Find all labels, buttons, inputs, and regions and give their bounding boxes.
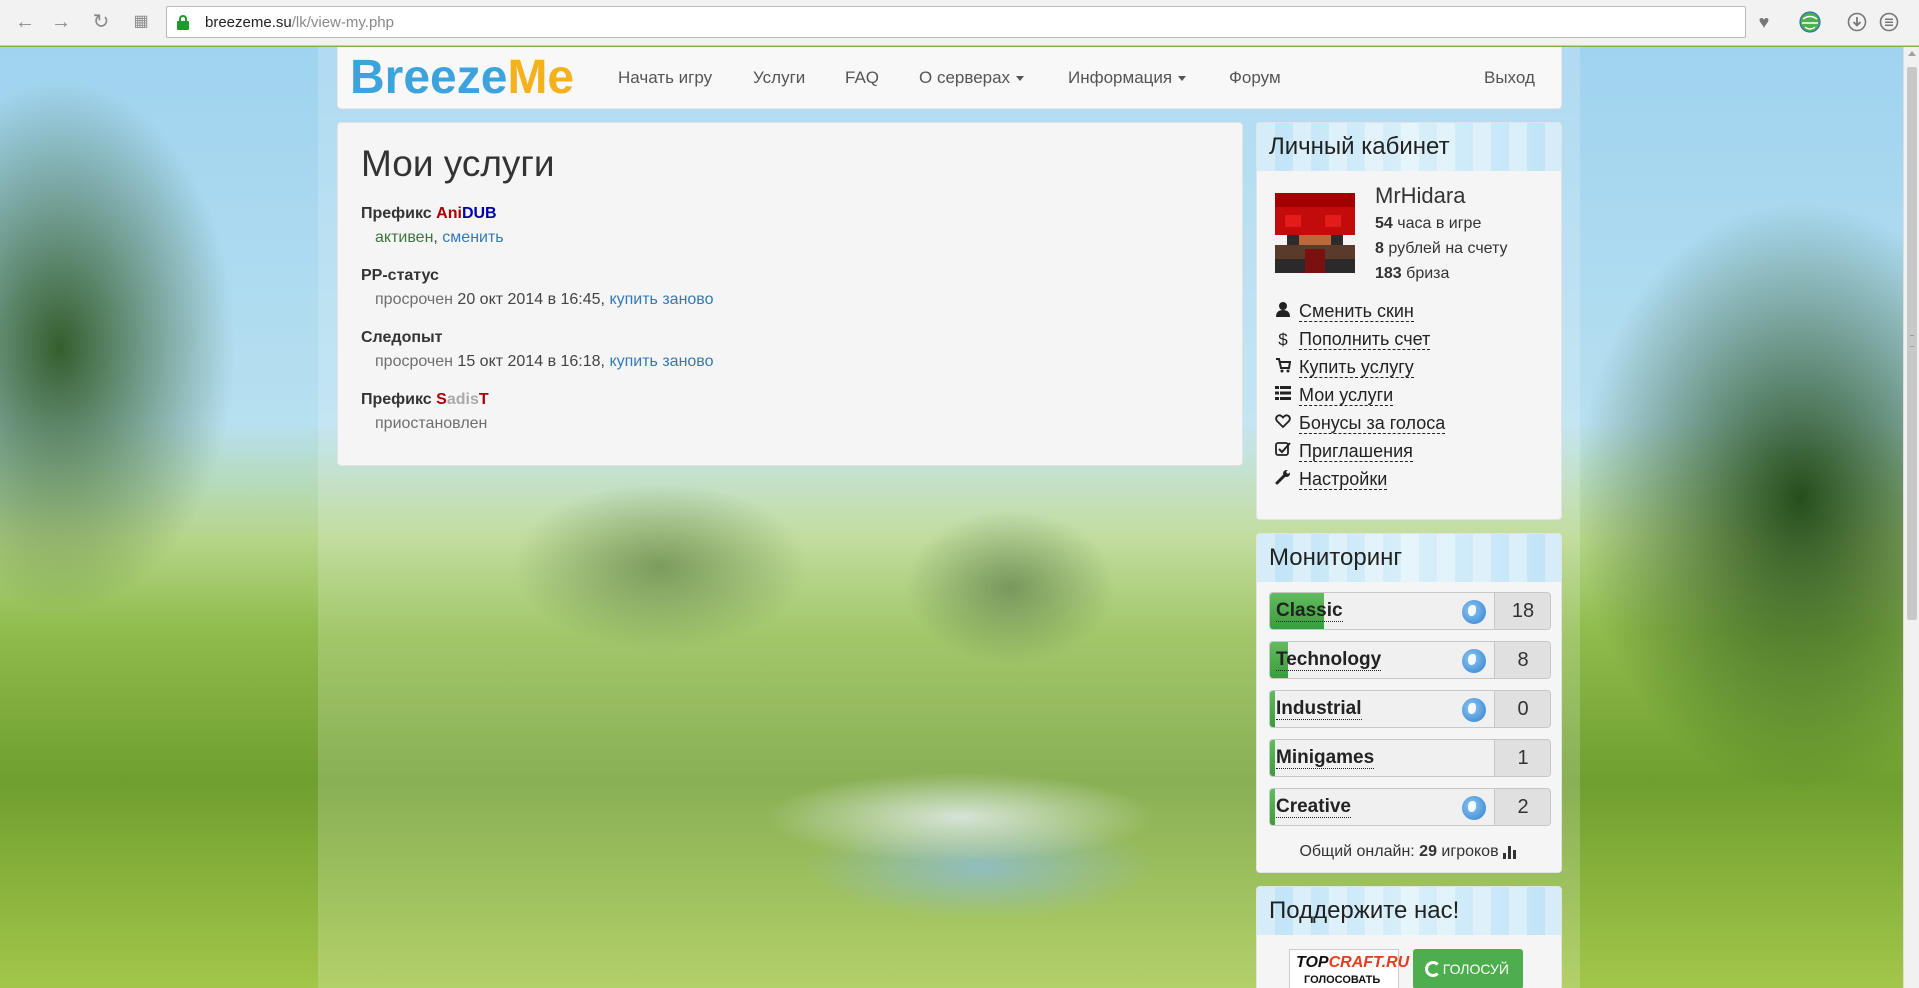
menu-change-skin[interactable]: Сменить скин [1273, 301, 1414, 325]
lock-icon [177, 15, 189, 30]
server-player-count: 2 [1494, 789, 1550, 825]
service-title: Префикс SadisT [361, 391, 489, 408]
forward-arrow-icon[interactable]: → [48, 10, 74, 34]
rebuy-link[interactable]: купить заново [609, 353, 713, 370]
service-status-line: просрочен 15 окт 2014 в 16:18, купить за… [375, 353, 714, 370]
support-panel: Поддержите нас! TOPCRAFT.RU ГОЛОСОВАТЬ Г… [1256, 886, 1562, 988]
caret-down-icon [1178, 76, 1187, 82]
server-row: Technology 8 [1269, 641, 1551, 679]
download-icon[interactable] [1845, 10, 1869, 34]
server-row: Industrial 0 [1269, 690, 1551, 728]
hours-played: 54 часа в игре [1375, 215, 1482, 232]
nav-forum[interactable]: Форум [1229, 68, 1281, 88]
server-player-count: 8 [1494, 642, 1550, 678]
vote-button[interactable]: ГОЛОСУЙ [1413, 949, 1523, 988]
username: MrHidara [1375, 183, 1466, 208]
breeze-count: 183 бриза [1375, 265, 1450, 282]
panel-heading: Поддержите нас! [1257, 887, 1561, 935]
url-text: breezeme.su/lk/view-my.php [205, 14, 394, 31]
server-load-bar [1270, 789, 1275, 825]
caret-down-icon [1016, 76, 1025, 82]
user-icon [1273, 301, 1293, 322]
menu-settings[interactable]: Настройки [1273, 469, 1388, 493]
service-item: Следопыт просрочен 15 окт 2014 в 16:18, … [361, 329, 714, 375]
service-item: PP-статус просрочен 20 окт 2014 в 16:45,… [361, 267, 714, 313]
panel-heading: Мониторинг [1257, 534, 1561, 582]
globe-icon[interactable] [1462, 600, 1486, 624]
scroll-up-icon[interactable] [1908, 51, 1916, 56]
server-player-count: 0 [1494, 691, 1550, 727]
reload-icon[interactable]: ↻ [88, 10, 114, 34]
apps-grid-icon[interactable]: ▦ [128, 10, 154, 34]
nav-faq[interactable]: FAQ [845, 68, 879, 88]
globe-icon[interactable] [1462, 698, 1486, 722]
server-name[interactable]: Creative [1276, 797, 1351, 818]
heart-icon [1273, 413, 1293, 434]
address-bar[interactable]: breezeme.su/lk/view-my.php [166, 6, 1746, 38]
panel-heading: Личный кабинет [1257, 123, 1561, 171]
server-load-bar [1270, 691, 1275, 727]
total-online: Общий онлайн: 29 игроков [1257, 843, 1561, 861]
server-load-bar [1270, 740, 1275, 776]
menu-buy-service[interactable]: Купить услугу [1273, 357, 1414, 381]
page-title: Мои услуги [361, 143, 555, 184]
rebuy-link[interactable]: купить заново [609, 291, 713, 308]
service-title: PP-статус [361, 267, 439, 284]
swirl-icon [1425, 961, 1441, 977]
menu-my-services[interactable]: Мои услуги [1273, 385, 1394, 409]
server-row: Creative 2 [1269, 788, 1551, 826]
nav-information[interactable]: Информация [1068, 68, 1187, 88]
server-row: Classic 18 [1269, 592, 1551, 630]
nav-start-game[interactable]: Начать игру [618, 68, 712, 88]
service-status-line: просрочен 20 окт 2014 в 16:45, купить за… [375, 291, 714, 308]
menu-top-up[interactable]: $ Пополнить счет [1273, 329, 1431, 353]
bookmark-heart-icon[interactable]: ♥ [1752, 10, 1776, 34]
server-name[interactable]: Technology [1276, 650, 1382, 671]
monitoring-panel: Мониторинг Classic 18 Technology 8 Industria… [1256, 533, 1562, 873]
service-title: Следопыт [361, 329, 443, 346]
server-name[interactable]: Minigames [1276, 748, 1375, 769]
scrollbar-thumb[interactable] [1907, 67, 1917, 620]
menu-invitations[interactable]: Приглашения [1273, 441, 1413, 465]
status-active: активен [375, 229, 434, 246]
my-services-panel: Мои услуги Префикс AniDUB активен, смени… [337, 122, 1243, 466]
back-arrow-icon[interactable]: ← [12, 10, 38, 34]
service-title: Префикс AniDUB [361, 205, 497, 222]
globe-icon[interactable] [1462, 649, 1486, 673]
list-icon [1273, 385, 1293, 406]
globe-icon[interactable] [1462, 796, 1486, 820]
bar-chart-icon[interactable] [1502, 845, 1519, 859]
topcraft-vote-button[interactable]: TOPCRAFT.RU ГОЛОСОВАТЬ [1289, 949, 1409, 988]
server-name[interactable]: Industrial [1276, 699, 1362, 720]
account-balance: 8 рублей на счету [1375, 240, 1508, 257]
server-player-count: 1 [1494, 740, 1550, 776]
check-square-icon [1273, 441, 1293, 462]
wrench-icon [1273, 469, 1293, 490]
server-player-count: 18 [1494, 593, 1550, 629]
brand-logo[interactable]: BreezeMe [350, 53, 574, 103]
page-scrollbar[interactable] [1903, 47, 1919, 988]
server-name[interactable]: Classic [1276, 601, 1343, 622]
cart-icon [1273, 357, 1293, 378]
service-item: Префикс AniDUB активен, сменить [361, 205, 504, 251]
service-status-line: активен, сменить [375, 229, 504, 246]
server-row: Minigames 1 [1269, 739, 1551, 777]
site-navbar: BreezeMe Начать игру Услуги FAQ О сервер… [337, 47, 1562, 109]
nav-services[interactable]: Услуги [753, 68, 805, 88]
menu-vote-bonuses[interactable]: Бонусы за голоса [1273, 413, 1446, 437]
browser-toolbar: ← → ↻ ▦ breezeme.su/lk/view-my.php ♥ [0, 0, 1919, 46]
globe-extension-icon[interactable] [1798, 10, 1822, 34]
account-panel: Личный кабинет MrHidara 54 часа в игре 8… [1256, 122, 1562, 520]
service-status-line: приостановлен [375, 415, 488, 432]
nav-about-servers[interactable]: О серверах [919, 68, 1025, 88]
menu-icon[interactable] [1877, 10, 1901, 34]
service-item: Префикс SadisT приостановлен [361, 391, 489, 437]
dollar-icon: $ [1278, 330, 1288, 349]
change-prefix-link[interactable]: сменить [442, 229, 503, 246]
avatar [1275, 193, 1355, 273]
nav-logout[interactable]: Выход [1484, 68, 1535, 88]
